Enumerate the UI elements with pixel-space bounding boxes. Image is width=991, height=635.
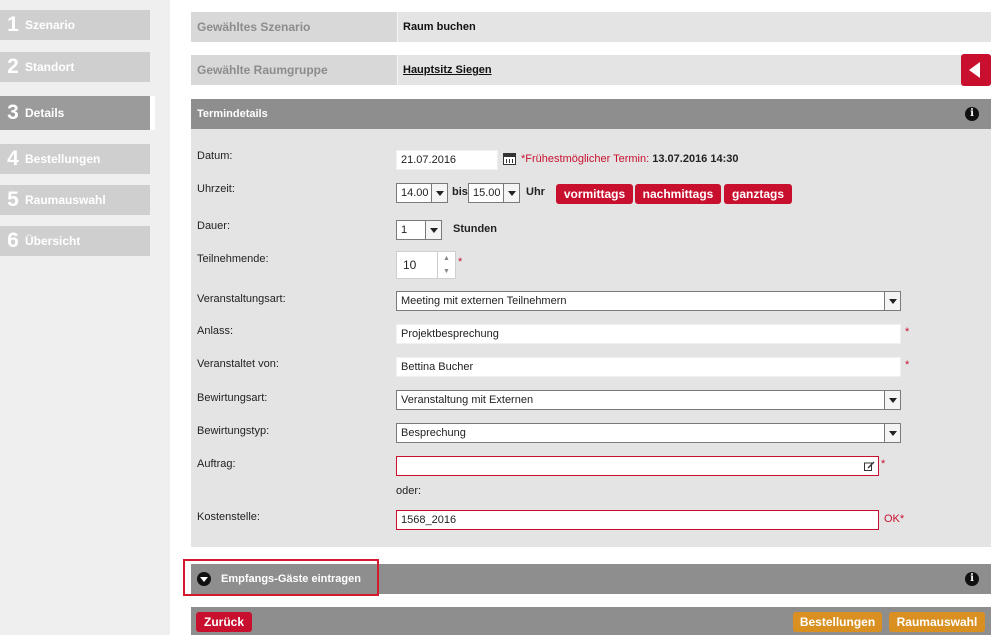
datum-input[interactable]: 21.07.2016 <box>396 150 498 170</box>
bewirtungstyp-value: Besprechung <box>401 427 466 439</box>
required-marker: * <box>905 359 910 371</box>
bewirtungstyp-select[interactable]: Besprechung <box>396 423 901 443</box>
roomgroup-row: Gewählte Raumgruppe Hauptsitz Siegen <box>191 54 991 86</box>
step-bestellungen[interactable]: 4 Bestellungen <box>0 144 150 174</box>
step-number: 3 <box>7 101 19 124</box>
calendar-icon[interactable] <box>503 153 516 165</box>
step-label: Raumauswahl <box>25 193 106 207</box>
step-raumauswahl[interactable]: 5 Raumauswahl <box>0 185 150 215</box>
oder-text: oder: <box>396 485 422 497</box>
dauer-select[interactable]: 1 <box>396 220 442 240</box>
veranstaltet-label: Veranstaltet von: <box>197 358 279 370</box>
termindetails-title: Termindetails <box>197 108 268 120</box>
roomgroup-label: Gewählte Raumgruppe <box>197 63 328 77</box>
step-details[interactable]: 3 Details <box>0 96 155 130</box>
time-from-value: 14.00 <box>401 187 429 199</box>
teilnehmende-stepper[interactable]: 10 ▲ ▼ <box>396 251 456 279</box>
pencil-icon[interactable] <box>864 461 875 471</box>
veranstaltungsart-value: Meeting mit externen Teilnehmern <box>401 295 567 307</box>
termindetails-header: Termindetails i <box>191 99 991 129</box>
arrow-down-icon[interactable]: ▼ <box>438 265 455 278</box>
step-number: 2 <box>7 55 19 78</box>
anlass-label: Anlass: <box>197 325 234 337</box>
info-icon[interactable]: i <box>965 572 979 586</box>
auftrag-label: Auftrag: <box>197 458 236 470</box>
step-label: Szenario <box>25 18 76 32</box>
zurueck-button[interactable]: Zurück <box>196 612 252 632</box>
time-from-select[interactable]: 14.00 <box>396 183 448 203</box>
step-label: Übersicht <box>25 234 81 248</box>
required-marker: * <box>881 458 886 470</box>
required-marker: * <box>905 326 910 338</box>
ganztags-button[interactable]: ganztags <box>724 184 792 204</box>
veranstaltungsart-label: Veranstaltungsart: <box>197 293 286 305</box>
step-label: Standort <box>25 60 75 74</box>
kostenstelle-label: Kostenstelle: <box>197 511 260 523</box>
earliest-prefix: *Frühestmöglicher Termin: <box>521 153 650 165</box>
stepper-arrows[interactable]: ▲ ▼ <box>437 252 455 278</box>
veranstaltungsart-select[interactable]: Meeting mit externen Teilnehmern <box>396 291 901 311</box>
uhr-text: Uhr <box>526 186 545 198</box>
roomgroup-link[interactable]: Hauptsitz Siegen <box>397 55 991 85</box>
dauer-value: 1 <box>401 224 408 236</box>
raumauswahl-button[interactable]: Raumauswahl <box>889 612 985 632</box>
chevron-down-icon <box>884 292 900 310</box>
step-label: Bestellungen <box>25 152 101 166</box>
anlass-input[interactable]: Projektbesprechung <box>396 324 901 344</box>
termin-form: Datum: 21.07.2016 *Frühestmöglicher Term… <box>191 129 991 547</box>
time-to-value: 15.00 <box>473 187 501 199</box>
ok-marker: OK* <box>884 513 905 525</box>
step-standort[interactable]: 2 Standort <box>0 52 150 82</box>
step-sidebar: 1 Szenario 2 Standort 3 Details 4 Bestel… <box>0 0 170 635</box>
scenario-row: Gewähltes Szenario Raum buchen <box>191 12 991 42</box>
uhrzeit-label: Uhrzeit: <box>197 183 235 195</box>
step-number: 4 <box>7 147 19 170</box>
nachmittags-button[interactable]: nachmittags <box>635 184 721 204</box>
main-content: Gewähltes Szenario Raum buchen Gewählte … <box>170 0 991 635</box>
arrow-up-icon[interactable]: ▲ <box>438 252 455 265</box>
bestellungen-button[interactable]: Bestellungen <box>793 612 882 632</box>
chevron-down-icon <box>503 184 519 202</box>
dauer-label: Dauer: <box>197 220 231 232</box>
auftrag-input[interactable] <box>396 456 879 476</box>
chevron-down-icon <box>884 391 900 409</box>
step-szenario[interactable]: 1 Szenario <box>0 10 150 40</box>
footer-bar: Zurück Bestellungen Raumauswahl <box>191 607 991 635</box>
chevron-down-icon <box>431 184 447 202</box>
scenario-value: Raum buchen <box>397 12 991 42</box>
bewirtungsart-select[interactable]: Veranstaltung mit Externen <box>396 390 901 410</box>
bewirtungsart-label: Bewirtungsart: <box>197 392 268 404</box>
step-number: 5 <box>7 188 19 211</box>
step-number: 1 <box>7 13 19 36</box>
info-icon[interactable]: i <box>965 107 979 121</box>
chevron-down-icon <box>425 221 441 239</box>
step-number: 6 <box>7 229 19 252</box>
vormittags-button[interactable]: vormittags <box>556 184 633 204</box>
expand-down-icon[interactable] <box>197 572 211 586</box>
guests-header[interactable]: Empfangs-Gäste eintragen i <box>191 564 991 594</box>
step-uebersicht[interactable]: 6 Übersicht <box>0 226 150 256</box>
earliest-date-note: *Frühestmöglicher Termin: 13.07.2016 14:… <box>521 153 739 165</box>
bewirtungstyp-label: Bewirtungstyp: <box>197 425 270 437</box>
guests-title[interactable]: Empfangs-Gäste eintragen <box>221 564 361 594</box>
teilnehmende-value: 10 <box>403 258 417 272</box>
chevron-down-icon <box>884 424 900 442</box>
time-to-select[interactable]: 15.00 <box>468 183 520 203</box>
stunden-text: Stunden <box>453 223 497 235</box>
kostenstelle-input[interactable]: 1568_2016 <box>396 510 879 530</box>
teilnehmende-label: Teilnehmende: <box>197 253 269 265</box>
bis-text: bis <box>452 186 468 198</box>
back-arrow-icon[interactable] <box>961 54 991 86</box>
datum-label: Datum: <box>197 150 233 162</box>
bewirtungsart-value: Veranstaltung mit Externen <box>401 394 534 406</box>
step-label: Details <box>25 106 65 120</box>
veranstaltet-input[interactable]: Bettina Bucher <box>396 357 901 377</box>
scenario-label: Gewähltes Szenario <box>197 20 311 34</box>
earliest-value: 13.07.2016 14:30 <box>652 153 739 165</box>
required-marker: * <box>458 256 463 268</box>
